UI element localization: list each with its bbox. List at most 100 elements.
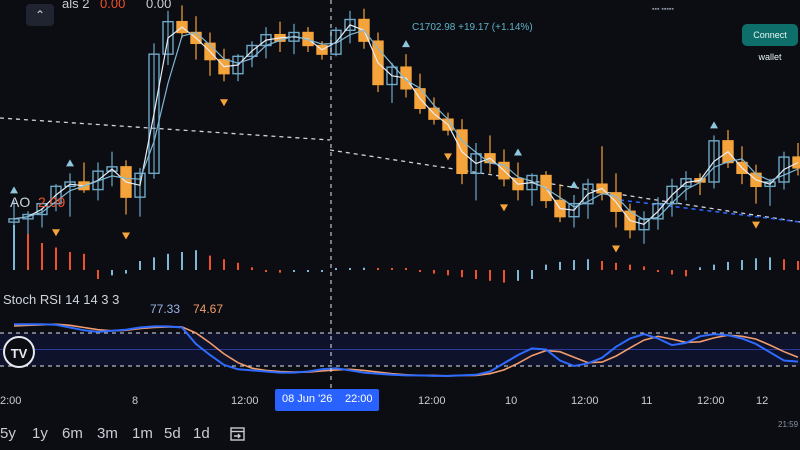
- ao-bar: [279, 270, 281, 273]
- ao-bar: [713, 264, 715, 270]
- range-1y-button[interactable]: 1y: [32, 425, 48, 442]
- ao-bar: [237, 262, 239, 270]
- chart-canvas[interactable]: [0, 0, 800, 450]
- time-axis-label: 12:00: [418, 395, 446, 407]
- ao-bar: [475, 270, 477, 279]
- range-5y-button[interactable]: 5y: [0, 425, 16, 442]
- sell-signal-marker: [752, 221, 760, 229]
- ao-bar: [55, 247, 57, 270]
- ao-bar: [559, 261, 561, 270]
- time-axis-label: 2:00: [0, 395, 22, 407]
- buy-signal-marker: [710, 121, 718, 129]
- range-1d-button[interactable]: 1d: [193, 425, 210, 442]
- ao-bar: [195, 250, 197, 270]
- ao-bar: [321, 270, 323, 272]
- close-price-info: C1702.98 +19.17 (+1.14%): [412, 22, 533, 33]
- sell-signal-marker: [612, 245, 620, 253]
- crosshair-time-badge: 08 Jun '26 22:00: [275, 389, 379, 411]
- range-3m-button[interactable]: 3m: [97, 425, 118, 442]
- ao-bar: [587, 259, 589, 270]
- collapse-button[interactable]: ⌃: [26, 4, 54, 26]
- legend-change-2: 0.00: [146, 0, 172, 11]
- ao-bar: [531, 270, 533, 279]
- ao-bar: [307, 270, 309, 272]
- sell-signal-marker: [500, 204, 508, 212]
- ao-bar: [755, 258, 757, 270]
- ao-bar: [97, 270, 99, 279]
- sell-signal-marker: [122, 232, 130, 240]
- ao-bar: [209, 255, 211, 270]
- time-axis-label: 12:00: [231, 395, 259, 407]
- ao-value: 2.09: [38, 194, 66, 210]
- ao-bar: [601, 261, 603, 270]
- stoch-d-value: 74.67: [193, 302, 224, 316]
- ao-bar: [671, 270, 673, 275]
- time-axis-label: 12:00: [697, 395, 725, 407]
- stoch-k-value: 77.33: [150, 302, 181, 316]
- time-axis-label: 8: [132, 395, 139, 407]
- ao-bar: [545, 264, 547, 270]
- ao-bar: [391, 268, 393, 270]
- stoch-name: Stoch RSI 14 14 3 3: [3, 292, 120, 307]
- ao-bar: [433, 270, 435, 274]
- ao-bar: [363, 267, 365, 270]
- ao-bar: [503, 270, 505, 283]
- ao-bar: [223, 259, 225, 270]
- range-6m-button[interactable]: 6m: [62, 425, 83, 442]
- ao-bar: [377, 268, 379, 270]
- ao-bar: [741, 260, 743, 270]
- ao-bar: [167, 253, 169, 270]
- trend-line: [0, 117, 331, 141]
- ao-bar: [349, 268, 351, 270]
- corner-time: 21:59: [778, 420, 799, 429]
- ao-bar: [657, 270, 659, 272]
- time-axis-label: 12: [756, 395, 769, 407]
- ao-bar: [419, 270, 421, 272]
- ao-bar: [181, 252, 183, 270]
- connect-wallet-button[interactable]: Connect wallet: [742, 24, 798, 62]
- ao-bar: [489, 270, 491, 281]
- time-axis-label: 10: [505, 395, 518, 407]
- ao-bar: [13, 225, 15, 270]
- time-axis-label: 12:00: [571, 395, 599, 407]
- sell-signal-marker: [52, 229, 60, 237]
- header-small-info: ▪▪▪ ▪▪▪▪▪: [652, 6, 674, 13]
- sell-signal-marker: [444, 153, 452, 161]
- ao-bar: [461, 270, 463, 278]
- series-legend: als 2: [62, 0, 90, 11]
- goto-date-icon[interactable]: [229, 425, 247, 447]
- ao-bar: [265, 270, 267, 272]
- ao-histogram: [13, 225, 799, 283]
- tradingview-logo[interactable]: TV: [3, 336, 35, 368]
- stoch-label: Stoch RSI 14 14 3 3: [3, 292, 119, 307]
- ao-bar: [405, 268, 407, 270]
- buy-signal-marker: [570, 181, 578, 188]
- calendar-icon: [230, 427, 245, 441]
- ao-bar: [335, 268, 337, 270]
- ao-bar: [573, 260, 575, 270]
- buy-signal-marker: [10, 186, 18, 194]
- ao-bar: [27, 234, 29, 270]
- buy-signal-marker: [514, 148, 522, 156]
- ao-bar: [685, 270, 687, 277]
- range-5d-button[interactable]: 5d: [164, 425, 181, 442]
- price-candles: [8, 5, 800, 244]
- ao-bar: [629, 264, 631, 270]
- ao-bar: [643, 266, 645, 270]
- ao-bar: [41, 243, 43, 270]
- range-1m-button[interactable]: 1m: [132, 425, 153, 442]
- buy-signal-marker: [66, 159, 74, 167]
- ao-bar: [783, 259, 785, 270]
- chevron-up-icon: ⌃: [34, 8, 46, 22]
- chart-grid: [0, 117, 800, 223]
- stoch-rsi-pane: [0, 323, 800, 377]
- ao-bar: [83, 253, 85, 270]
- candle-body: [792, 156, 800, 169]
- sell-signal-marker: [220, 99, 228, 107]
- crosshair-date: 08 Jun '26: [282, 393, 333, 405]
- ao-bar: [699, 267, 701, 270]
- ao-bar: [69, 252, 71, 270]
- ao-bar: [797, 261, 799, 270]
- time-axis-label: 11: [641, 395, 653, 407]
- legend-change: 0.00: [100, 0, 126, 11]
